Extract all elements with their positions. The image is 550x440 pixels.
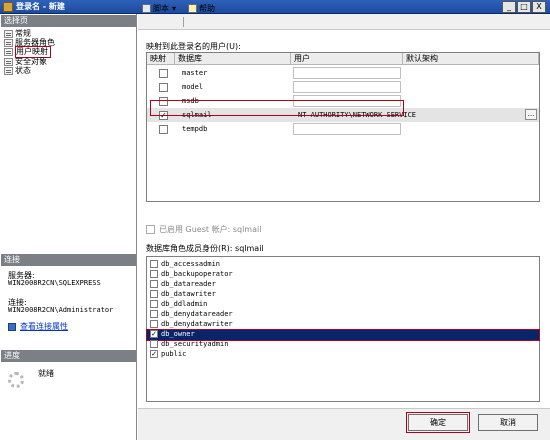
table-row[interactable]: model [147, 80, 539, 94]
column-header-database[interactable]: 数据库 [175, 53, 291, 65]
help-label: 帮助 [199, 3, 215, 13]
role-name: public [161, 350, 187, 358]
nav-item-user-mapping[interactable]: 用户映射 [4, 46, 51, 58]
database-cell: model [182, 83, 204, 91]
connection-value: WIN2008R2CN\Administrator [8, 306, 114, 314]
chevron-down-icon: ▾ [172, 3, 177, 13]
server-value: WIN2008R2CN\SQLEXPRESS [8, 279, 101, 287]
progress-header: 进度 [1, 350, 136, 362]
nav-item-status[interactable]: 状态 [4, 66, 31, 76]
role-checkbox[interactable] [150, 310, 158, 318]
role-name: db_ddladmin [161, 300, 208, 308]
guest-account-option[interactable]: 已启用 Guest 帐户: sqlmail [146, 224, 261, 235]
map-checkbox[interactable] [159, 125, 168, 134]
role-checkbox[interactable] [150, 270, 158, 278]
role-name: db_denydatawriter [161, 320, 233, 328]
progress-spinner-icon [8, 372, 24, 388]
role-checkbox[interactable] [150, 300, 158, 308]
list-item[interactable]: db_accessadmin [147, 260, 539, 270]
list-item-selected[interactable]: ✓ db_owner [146, 329, 540, 341]
highlight-box [150, 100, 404, 116]
database-cell: master [182, 69, 208, 77]
list-item[interactable]: db_ddladmin [147, 300, 539, 310]
list-item[interactable]: db_securityadmin [147, 340, 539, 350]
link-label: 查看连接属性 [20, 322, 68, 331]
page-icon [4, 39, 13, 47]
title-bar [0, 0, 550, 14]
close-button[interactable]: X [532, 1, 546, 13]
help-icon [188, 3, 197, 13]
toolbar [138, 14, 550, 30]
role-checkbox[interactable] [150, 340, 158, 348]
table-row[interactable]: tempdb [147, 122, 539, 136]
user-mapping-grid[interactable]: 映射 数据库 用户 默认架构 master model msdb ✓ sqlma… [146, 52, 540, 202]
select-page-header: 选择页 [1, 15, 136, 27]
page-icon [4, 48, 13, 56]
guest-checkbox[interactable] [146, 225, 155, 234]
role-name: db_accessadmin [161, 260, 221, 268]
properties-icon [8, 322, 16, 331]
column-header-user[interactable]: 用户 [291, 53, 403, 65]
connection-header: 连接 [1, 254, 136, 266]
list-item[interactable]: db_datawriter [147, 290, 539, 300]
role-name: db_denydatareader [161, 310, 233, 318]
role-name: db_owner [161, 330, 195, 338]
window-title: 登录名 - 新建 [16, 2, 65, 11]
database-cell: tempdb [182, 125, 208, 133]
user-mapping-label: 映射到此登录名的用户(U): [146, 42, 241, 51]
map-checkbox[interactable] [159, 83, 168, 92]
role-name: db_datawriter [161, 290, 216, 298]
user-field[interactable] [293, 81, 401, 93]
script-icon [142, 3, 151, 13]
list-item[interactable]: db_denydatareader [147, 310, 539, 320]
role-checkbox-checked[interactable]: ✓ [150, 330, 158, 338]
nav-item-label: 状态 [15, 66, 31, 75]
role-checkbox[interactable] [150, 320, 158, 328]
page-icon [4, 58, 13, 66]
role-checkbox[interactable] [150, 260, 158, 268]
list-item[interactable]: db_backupoperator [147, 270, 539, 280]
role-checkbox[interactable] [150, 290, 158, 298]
window-icon [3, 2, 13, 12]
script-button[interactable]: 脚本 ▾ [142, 2, 176, 14]
toolbar-divider [183, 17, 184, 27]
user-field[interactable] [293, 67, 401, 79]
maximize-button[interactable]: □ [517, 1, 531, 13]
role-membership-list[interactable]: db_accessadmin db_backupoperator db_data… [146, 256, 540, 402]
page-icon [4, 30, 13, 38]
cancel-button[interactable]: 取消 [478, 414, 538, 431]
ok-button[interactable]: 确定 [406, 412, 470, 433]
view-connection-properties-link[interactable]: 查看连接属性 [8, 321, 68, 332]
table-row[interactable]: master [147, 66, 539, 80]
list-item[interactable]: ✓ public [147, 350, 539, 360]
list-item[interactable]: db_denydatawriter [147, 320, 539, 330]
browse-schema-button[interactable]: ... [525, 109, 537, 120]
progress-status: 就绪 [38, 369, 54, 378]
map-checkbox[interactable] [159, 69, 168, 78]
role-name: db_securityadmin [161, 340, 229, 348]
user-field[interactable] [293, 123, 401, 135]
role-name: db_datareader [161, 280, 216, 288]
script-label: 脚本 [153, 3, 169, 13]
role-membership-label: 数据库角色成员身份(R): sqlmail [146, 244, 264, 253]
page-icon [4, 67, 13, 75]
help-button[interactable]: 帮助 [188, 2, 215, 14]
guest-label: 已启用 Guest 帐户: sqlmail [159, 225, 262, 234]
minimize-button[interactable]: _ [502, 1, 516, 13]
list-item[interactable]: db_datareader [147, 280, 539, 290]
role-name: db_backupoperator [161, 270, 233, 278]
column-header-map[interactable]: 映射 [147, 53, 175, 65]
column-header-default-schema[interactable]: 默认架构 [403, 53, 539, 65]
role-checkbox-checked[interactable]: ✓ [150, 350, 158, 358]
role-checkbox[interactable] [150, 280, 158, 288]
